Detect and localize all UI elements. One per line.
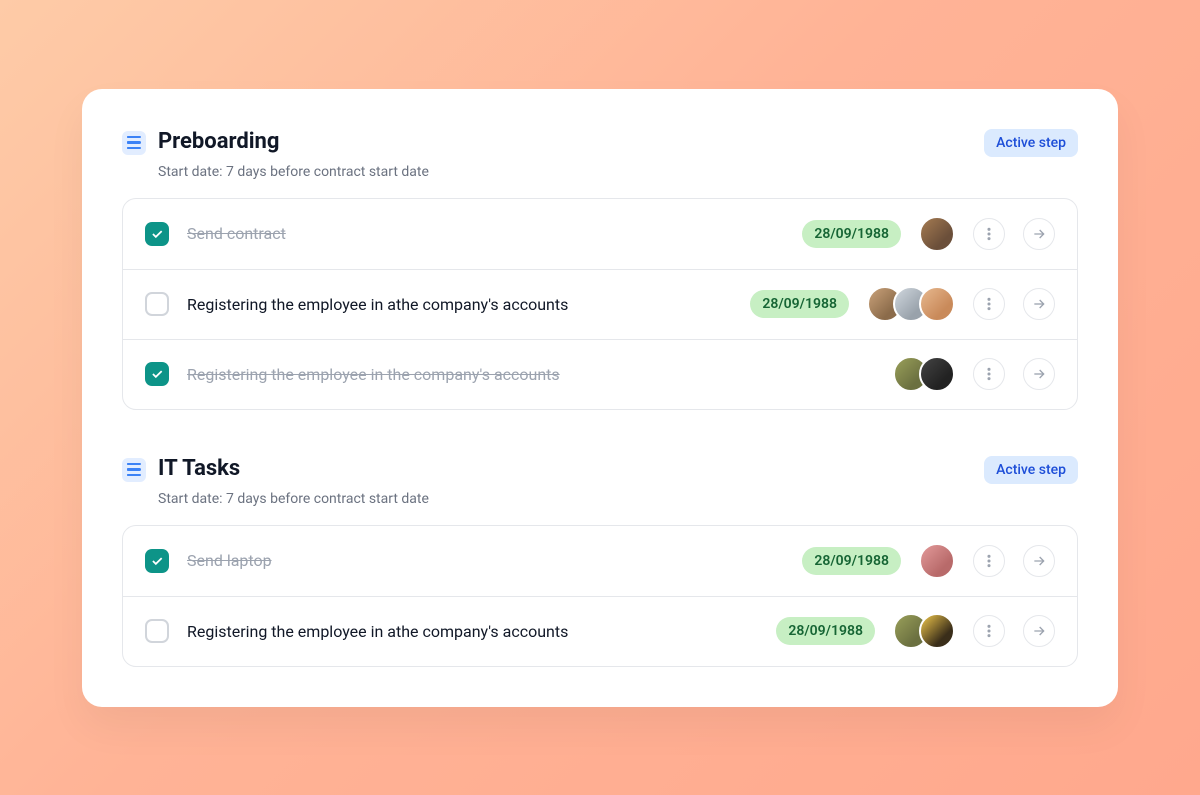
- open-button[interactable]: [1023, 288, 1055, 320]
- task-title: Registering the employee in the company'…: [187, 365, 875, 384]
- task-title: Registering the employee in athe company…: [187, 622, 758, 641]
- task-assignees: [867, 286, 955, 322]
- avatar: [919, 286, 955, 322]
- task-date: 28/09/1988: [802, 547, 901, 575]
- more-button[interactable]: [973, 358, 1005, 390]
- avatar: [919, 613, 955, 649]
- task-checkbox[interactable]: [145, 292, 169, 316]
- section-subtitle: Start date: 7 days before contract start…: [158, 491, 429, 507]
- task-row: Send contract 28/09/1988: [123, 199, 1077, 269]
- section: Preboarding Start date: 7 days before con…: [122, 129, 1078, 410]
- avatar: [919, 216, 955, 252]
- task-checkbox[interactable]: [145, 222, 169, 246]
- task-row: Send laptop 28/09/1988: [123, 526, 1077, 596]
- more-button[interactable]: [973, 615, 1005, 647]
- task-assignees: [919, 543, 955, 579]
- task-assignees: [893, 613, 955, 649]
- avatar: [919, 543, 955, 579]
- open-button[interactable]: [1023, 358, 1055, 390]
- open-button[interactable]: [1023, 615, 1055, 647]
- task-date: 28/09/1988: [750, 290, 849, 318]
- list-icon: [122, 131, 146, 155]
- task-checkbox[interactable]: [145, 362, 169, 386]
- active-step-badge: Active step: [984, 129, 1078, 157]
- task-title: Registering the employee in athe company…: [187, 295, 732, 314]
- task-row: Registering the employee in athe company…: [123, 596, 1077, 666]
- task-row: Registering the employee in athe company…: [123, 269, 1077, 339]
- task-list: Send contract 28/09/1988 Registering the e…: [122, 198, 1078, 410]
- task-title: Send laptop: [187, 551, 784, 570]
- open-button[interactable]: [1023, 218, 1055, 250]
- task-assignees: [919, 216, 955, 252]
- more-button[interactable]: [973, 288, 1005, 320]
- task-title: Send contract: [187, 224, 784, 243]
- task-list: Send laptop 28/09/1988 Registering the emp…: [122, 525, 1078, 667]
- open-button[interactable]: [1023, 545, 1055, 577]
- section-title: Preboarding: [158, 129, 429, 154]
- task-row: Registering the employee in the company'…: [123, 339, 1077, 409]
- section-header: IT Tasks Start date: 7 days before contra…: [122, 456, 1078, 507]
- list-icon: [122, 458, 146, 482]
- task-checkbox[interactable]: [145, 549, 169, 573]
- task-checkbox[interactable]: [145, 619, 169, 643]
- more-button[interactable]: [973, 545, 1005, 577]
- active-step-badge: Active step: [984, 456, 1078, 484]
- workflow-card: Preboarding Start date: 7 days before con…: [82, 89, 1118, 707]
- task-date: 28/09/1988: [802, 220, 901, 248]
- avatar: [919, 356, 955, 392]
- task-assignees: [893, 356, 955, 392]
- section-header: Preboarding Start date: 7 days before con…: [122, 129, 1078, 180]
- section-subtitle: Start date: 7 days before contract start…: [158, 164, 429, 180]
- section-title: IT Tasks: [158, 456, 429, 481]
- section: IT Tasks Start date: 7 days before contra…: [122, 456, 1078, 667]
- more-button[interactable]: [973, 218, 1005, 250]
- task-date: 28/09/1988: [776, 617, 875, 645]
